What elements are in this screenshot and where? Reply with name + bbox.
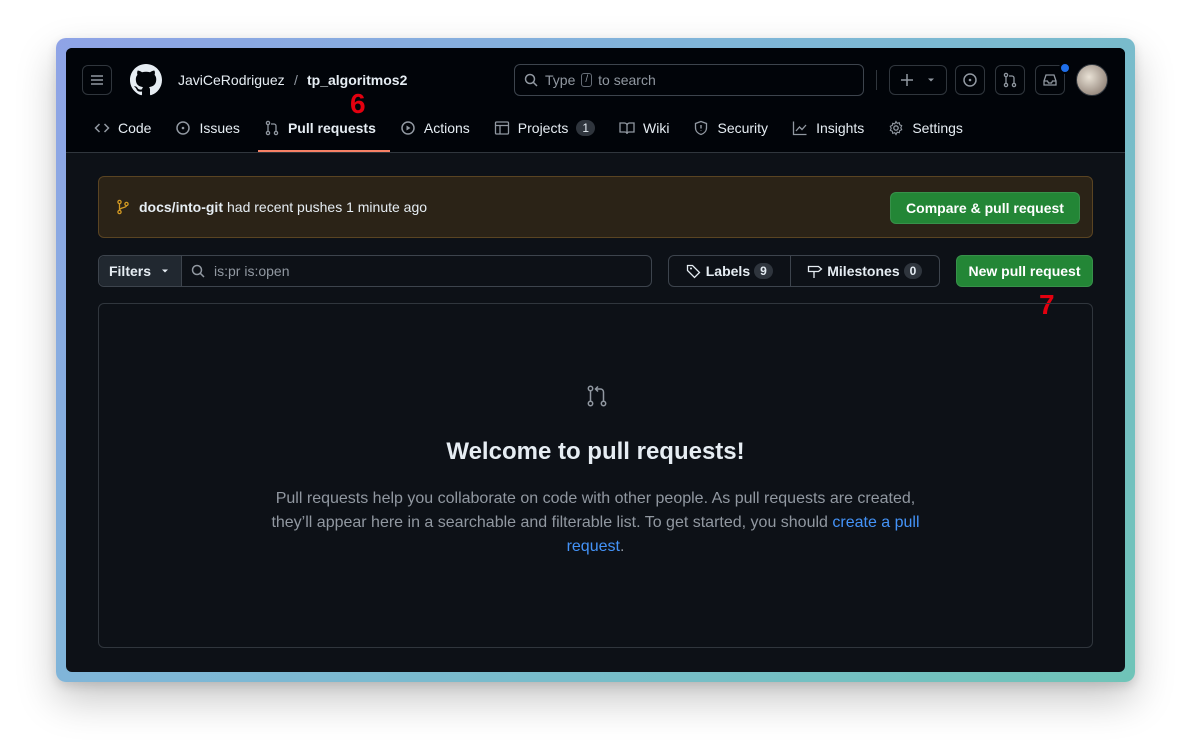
tab-code[interactable]: Code [82,112,163,144]
tab-wiki[interactable]: Wiki [607,112,681,144]
empty-state-title: Welcome to pull requests! [446,438,745,465]
labels-button[interactable]: Labels 9 [669,256,791,286]
milestone-icon [808,265,823,278]
empty-state-text: Pull requests help you collaborate on co… [271,490,916,531]
empty-state-end: . [619,538,625,555]
play-icon [401,121,415,135]
filter-bar: Filters is:pr is:open [98,255,652,287]
pull-requests-button[interactable] [995,65,1025,95]
table-icon [494,121,509,135]
header-divider [876,70,877,90]
tab-actions[interactable]: Actions [388,112,482,144]
tab-label: Actions [423,120,470,136]
code-icon [94,123,110,133]
git-pull-request-icon [1003,72,1017,88]
labels-counter: 9 [754,263,773,279]
search-icon [191,264,205,278]
tab-label: Security [717,120,769,136]
milestones-label: Milestones [827,263,900,279]
repo-nav-tabs: Code Issues Pull requests Actions Projec… [82,112,975,152]
tab-label: Pull requests [287,120,376,136]
notification-indicator [1059,62,1071,74]
filters-label: Filters [108,263,151,279]
gear-icon [889,120,903,136]
graph-icon [792,121,807,136]
issue-icon [176,121,191,135]
search-placeholder-prefix: Type [545,72,576,88]
milestones-counter: 0 [903,263,923,279]
tab-insights[interactable]: Insights [780,112,876,144]
branch-icon [117,199,129,215]
tag-icon [686,264,701,279]
projects-counter: 1 [576,120,596,136]
tab-label: Projects [517,120,569,136]
plus-icon [901,74,913,86]
tab-pull-requests[interactable]: Pull requests [252,112,390,152]
issue-opened-icon [963,73,977,87]
pr-search-value: is:pr is:open [214,263,290,279]
compare-pull-request-button[interactable]: Compare & pull request [890,192,1080,224]
empty-state-description: Pull requests help you collaborate on co… [259,487,932,559]
tab-label: Code [118,120,152,136]
breadcrumb-separator: / [294,72,298,88]
book-icon [619,122,635,135]
annotation-step-6: 6 [350,88,366,119]
branch-name[interactable]: docs/into-git [139,199,223,215]
milestones-button[interactable]: Milestones 0 [791,256,939,286]
issues-button[interactable] [955,65,985,95]
tab-security[interactable]: Security [681,112,780,144]
shield-icon [695,120,708,136]
search-shortcut-key: / [581,73,593,87]
browser-window: JaviCeRodriguez / tp_algoritmos2 Type / … [66,48,1125,672]
triangle-down-icon [928,78,934,82]
inbox-icon [1043,74,1057,86]
labels-label: Labels [705,263,751,279]
create-new-button[interactable] [889,65,947,95]
owner-link[interactable]: JaviCeRodriguez [178,72,285,88]
menu-button[interactable] [82,65,112,95]
avatar[interactable] [1076,64,1108,96]
pull-request-icon [587,385,607,407]
search-placeholder-suffix: to search [598,72,656,88]
triangle-down-icon [162,269,168,273]
tab-projects[interactable]: Projects 1 [482,112,607,144]
tab-label: Settings [912,120,963,136]
repo-header: JaviCeRodriguez / tp_algoritmos2 Type / … [66,48,1125,153]
pull-request-list-panel: Welcome to pull requests! Pull requests … [98,303,1093,648]
pr-search-input[interactable]: is:pr is:open [182,256,651,286]
tab-label: Insights [816,120,865,136]
search-icon [524,73,538,87]
filters-button[interactable]: Filters [99,256,182,286]
new-pull-request-button[interactable]: New pull request [956,255,1093,287]
github-logo-icon[interactable] [130,64,162,96]
tab-settings[interactable]: Settings [876,112,975,144]
search-input[interactable]: Type / to search [514,64,864,96]
tab-label: Wiki [643,120,670,136]
labels-milestones-group: Labels 9 Milestones 0 [668,255,940,287]
hamburger-icon [91,75,103,85]
banner-message: had recent pushes 1 minute ago [227,199,428,215]
pull-request-icon [265,120,279,136]
repo-link[interactable]: tp_algoritmos2 [307,72,407,88]
tab-label: Issues [199,120,240,136]
tab-issues[interactable]: Issues [163,112,251,144]
